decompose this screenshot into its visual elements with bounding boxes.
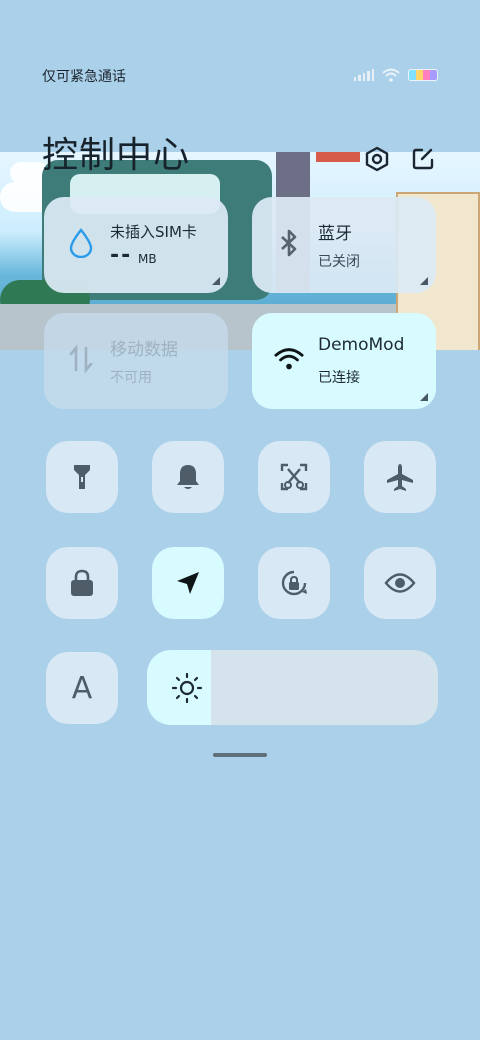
- wifi-card[interactable]: DemoMod 已连接: [252, 313, 436, 409]
- brightness-sun-icon: [171, 672, 203, 704]
- sim-data-card[interactable]: 未插入SIM卡 -- MB: [44, 197, 228, 293]
- battery-icon: [408, 69, 438, 81]
- mobile-data-label: 移动数据: [110, 340, 178, 360]
- wifi-status-icon: [382, 68, 400, 82]
- sim-status-label: 未插入SIM卡: [110, 223, 197, 241]
- screenshot-toggle[interactable]: [258, 441, 330, 513]
- wifi-network-name: DemoMod: [318, 335, 405, 355]
- bluetooth-label: 蓝牙: [318, 224, 352, 244]
- font-size-toggle[interactable]: A: [46, 652, 118, 724]
- edit-icon: [412, 148, 434, 170]
- flashlight-icon: [74, 465, 90, 489]
- data-usage-unit: MB: [138, 252, 157, 266]
- lock-icon: [71, 569, 93, 596]
- eye-icon: [384, 573, 416, 593]
- status-bar: 仅可紧急通话: [42, 64, 438, 88]
- airplane-mode-toggle[interactable]: [364, 441, 436, 513]
- location-toggle[interactable]: [152, 547, 224, 619]
- lock-screen-toggle[interactable]: [46, 547, 118, 619]
- eye-comfort-toggle[interactable]: [364, 547, 436, 619]
- bluetooth-status: 已关闭: [318, 254, 360, 270]
- carrier-status-text: 仅可紧急通话: [42, 69, 126, 85]
- font-size-label: A: [71, 670, 93, 706]
- mobile-data-arrows-icon: [66, 343, 96, 375]
- brightness-slider[interactable]: [147, 650, 438, 725]
- bell-icon: [177, 465, 199, 489]
- page-title: 控制中心: [42, 135, 191, 176]
- rotation-lock-icon: [281, 570, 307, 596]
- expand-corner-icon: [212, 277, 220, 285]
- flashlight-toggle[interactable]: [46, 441, 118, 513]
- location-arrow-icon: [177, 572, 199, 594]
- bluetooth-card[interactable]: 蓝牙 已关闭: [252, 197, 436, 293]
- expand-corner-icon: [420, 277, 428, 285]
- status-icons: [353, 68, 438, 82]
- rotation-lock-toggle[interactable]: [258, 547, 330, 619]
- scissors-icon: [280, 463, 308, 491]
- mute-toggle[interactable]: [152, 441, 224, 513]
- settings-button[interactable]: [362, 144, 392, 174]
- wifi-icon: [274, 343, 304, 375]
- airplane-icon: [387, 464, 413, 491]
- mobile-data-card[interactable]: 移动数据 不可用: [44, 313, 228, 409]
- settings-icon: [365, 146, 389, 172]
- data-usage-value: --: [110, 243, 133, 268]
- water-drop-icon: [66, 227, 96, 259]
- edit-button[interactable]: [408, 144, 438, 174]
- mobile-data-status: 不可用: [110, 370, 152, 386]
- wifi-status: 已连接: [318, 370, 360, 386]
- drag-handle[interactable]: [213, 753, 267, 757]
- bluetooth-icon: [274, 227, 304, 259]
- expand-corner-icon: [420, 393, 428, 401]
- signal-icon: [353, 69, 374, 81]
